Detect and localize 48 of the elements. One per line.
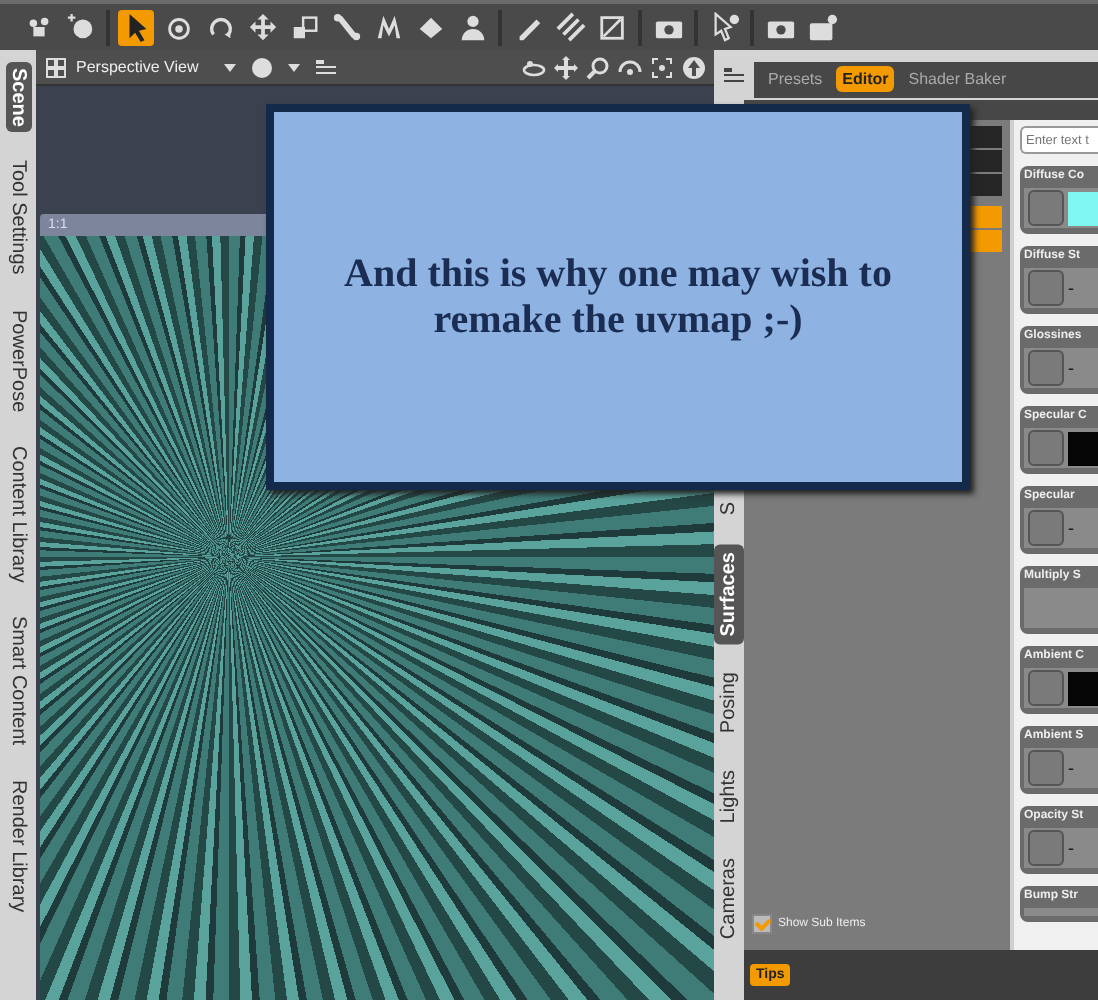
value-text: - xyxy=(1068,358,1074,378)
color-swatch[interactable] xyxy=(1068,671,1098,705)
property-field[interactable]: - xyxy=(1024,508,1098,548)
orbit-icon[interactable] xyxy=(522,55,546,79)
side-tab[interactable]: S xyxy=(714,494,744,524)
property-field[interactable]: - xyxy=(1024,268,1098,308)
side-tab[interactable]: Content Library xyxy=(5,439,31,589)
property-field[interactable] xyxy=(1024,428,1098,468)
side-tab[interactable]: Surfaces xyxy=(714,543,744,644)
color-swatch[interactable] xyxy=(1068,431,1098,465)
side-tab[interactable]: Posing xyxy=(714,663,744,741)
color-swatch[interactable] xyxy=(1068,191,1098,225)
property-field[interactable] xyxy=(1024,668,1098,708)
property-field[interactable]: - xyxy=(1024,828,1098,868)
side-tab[interactable]: Lights xyxy=(714,761,744,831)
checkbox[interactable] xyxy=(752,914,772,934)
move-icon[interactable] xyxy=(244,9,280,45)
value-text: - xyxy=(1068,518,1074,538)
zoom-icon[interactable] xyxy=(586,55,610,79)
menu-icon[interactable] xyxy=(314,55,339,79)
side-tab[interactable]: Cameras xyxy=(714,850,744,948)
stripes-icon[interactable] xyxy=(552,9,588,45)
menu-icon[interactable] xyxy=(722,63,746,87)
up-arrow-icon[interactable] xyxy=(682,55,706,79)
message-dialog: And this is why one may wish to remake the uvmap ;-) xyxy=(266,104,970,490)
bone-icon[interactable] xyxy=(328,9,364,45)
value-text: - xyxy=(1068,838,1074,858)
side-tab[interactable]: Scene xyxy=(5,62,31,133)
frame-icon[interactable] xyxy=(650,55,674,79)
side-tab[interactable]: PowerPose xyxy=(5,303,31,418)
sphere-icon[interactable] xyxy=(250,55,275,79)
move-icon[interactable] xyxy=(554,55,578,79)
grid-icon[interactable] xyxy=(44,55,68,79)
camera-selector[interactable]: Perspective View xyxy=(76,58,211,76)
property-field[interactable]: - xyxy=(1024,348,1098,388)
property-field[interactable] xyxy=(1024,188,1098,228)
value-text: - xyxy=(1068,278,1074,298)
side-tab[interactable]: Render Library xyxy=(5,773,31,918)
property-field[interactable] xyxy=(1024,588,1098,628)
property-field[interactable]: - xyxy=(1024,748,1098,788)
side-tab[interactable]: Smart Content xyxy=(5,610,31,752)
side-tab[interactable]: Tool Settings xyxy=(5,154,31,282)
pointer-icon[interactable] xyxy=(118,9,154,45)
roll-icon[interactable] xyxy=(618,55,642,79)
pane-tab[interactable]: Presets xyxy=(762,66,829,92)
pane-tab[interactable]: Editor xyxy=(836,66,895,92)
pane-tab[interactable]: Shader Baker xyxy=(902,66,1013,92)
value-text: - xyxy=(1068,758,1074,778)
